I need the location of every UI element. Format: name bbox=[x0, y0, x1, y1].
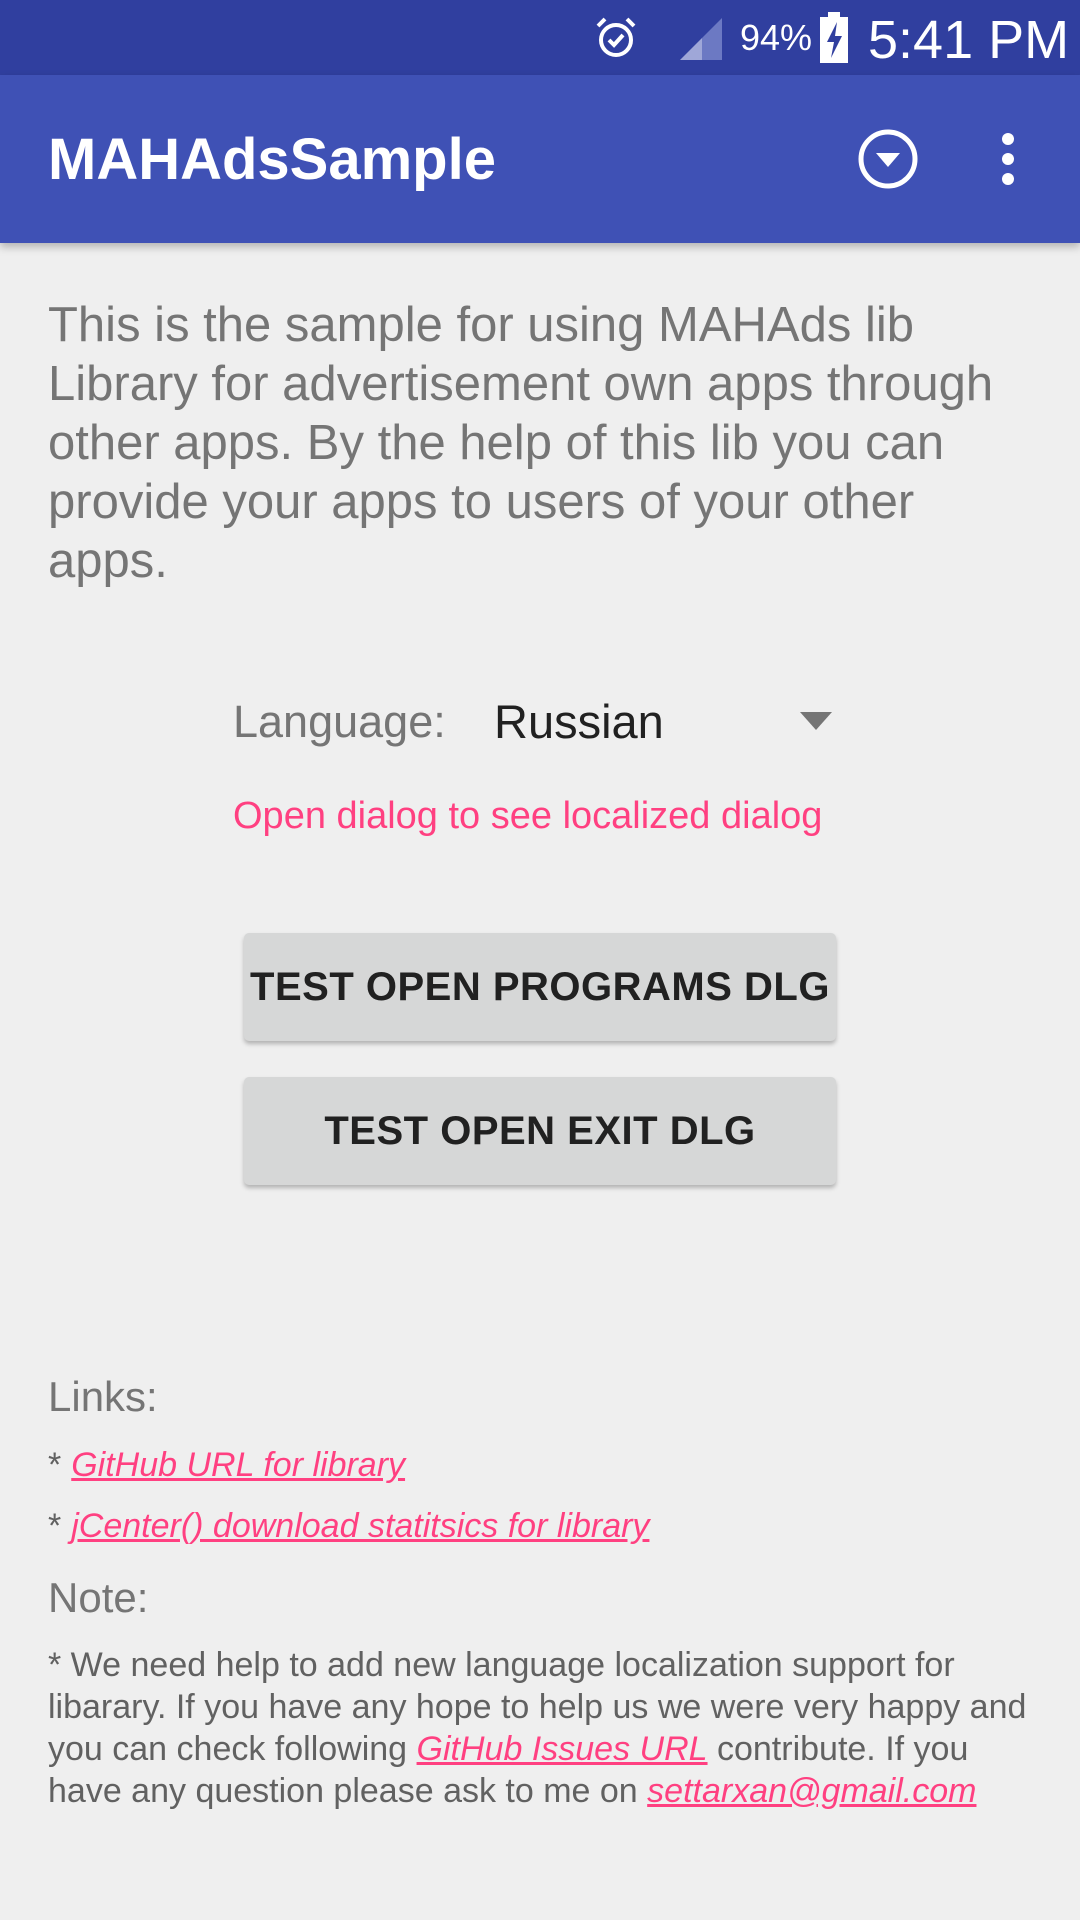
dropdown-circle-icon[interactable] bbox=[854, 125, 922, 193]
language-selected-value: Russian bbox=[494, 695, 664, 748]
battery-charging-icon bbox=[820, 12, 848, 63]
signal-icon bbox=[680, 18, 722, 60]
status-bar: 94% 5:41 PM bbox=[0, 0, 1080, 75]
email-link[interactable]: settarxan@gmail.com bbox=[647, 1772, 976, 1810]
language-spinner[interactable]: Russian bbox=[480, 686, 840, 758]
battery-percent: 94% bbox=[740, 17, 813, 58]
github-issues-link[interactable]: GitHub Issues URL bbox=[417, 1730, 708, 1768]
intro-text: This is the sample for using MAHAds lib … bbox=[48, 298, 994, 588]
app-bar: MAHAdsSample bbox=[0, 75, 1080, 243]
test-open-exit-dlg-button[interactable]: TEST OPEN EXIT DLG bbox=[244, 1077, 836, 1185]
alarm-icon bbox=[596, 17, 636, 57]
link-item: * jCenter() download statitsics for libra… bbox=[48, 1505, 649, 1547]
note-text: * We need help to add new language local… bbox=[48, 1644, 1048, 1812]
app-title: MAHAdsSample bbox=[48, 127, 496, 192]
overflow-menu-icon[interactable] bbox=[980, 125, 1036, 193]
github-url-link[interactable]: GitHub URL for library bbox=[71, 1446, 405, 1484]
test-open-programs-dlg-button[interactable]: TEST OPEN PROGRAMS DLG bbox=[244, 933, 836, 1041]
language-label: Language: bbox=[233, 696, 446, 747]
note-heading: Note: bbox=[48, 1574, 149, 1621]
hint-text: Open dialog to see localized dialog bbox=[233, 795, 823, 837]
bullet: * bbox=[48, 1446, 62, 1484]
chevron-down-icon bbox=[800, 712, 832, 730]
jcenter-stats-link[interactable]: jCenter() download statitsics for librar… bbox=[71, 1507, 649, 1545]
bullet: * bbox=[48, 1507, 62, 1545]
link-item: * GitHub URL for library bbox=[48, 1444, 405, 1486]
clock: 5:41 PM bbox=[868, 10, 1070, 70]
links-heading: Links: bbox=[48, 1373, 158, 1420]
